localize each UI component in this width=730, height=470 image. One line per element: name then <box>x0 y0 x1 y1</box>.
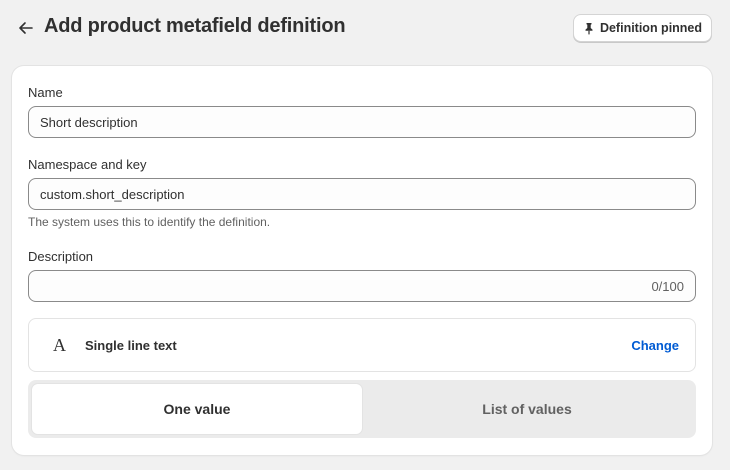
back-button[interactable] <box>14 16 38 40</box>
pin-icon <box>585 22 593 34</box>
type-label: Single line text <box>85 338 177 353</box>
metafield-form-card: Name Short description Namespace and key… <box>12 66 712 455</box>
page-title: Add product metafield definition <box>44 15 346 37</box>
namespace-help-text: The system uses this to identify the def… <box>28 215 271 229</box>
description-field[interactable]: 0/100 <box>28 270 696 302</box>
page-header: Add product metafield definition Definit… <box>0 0 730 56</box>
namespace-label: Namespace and key <box>28 157 147 172</box>
type-selector: A Single line text Change <box>28 318 696 372</box>
list-of-values-option[interactable]: List of values <box>362 384 692 434</box>
name-label: Name <box>28 85 63 100</box>
name-field[interactable]: Short description <box>28 106 696 138</box>
namespace-key-field[interactable]: custom.short_description <box>28 178 696 210</box>
description-label: Description <box>28 249 94 264</box>
change-type-link[interactable]: Change <box>631 338 679 353</box>
pin-button-label: Definition pinned <box>599 21 703 35</box>
namespace-value: custom.short_description <box>40 186 185 202</box>
one-value-option[interactable]: One value <box>32 384 362 434</box>
text-type-icon: A <box>53 335 66 355</box>
character-counter: 0/100 <box>651 278 684 294</box>
definition-pinned-button[interactable]: Definition pinned <box>573 14 712 42</box>
arrow-left-icon <box>19 22 33 34</box>
name-value: Short description <box>40 114 138 130</box>
value-mode-toggle: One value List of values <box>28 380 696 438</box>
